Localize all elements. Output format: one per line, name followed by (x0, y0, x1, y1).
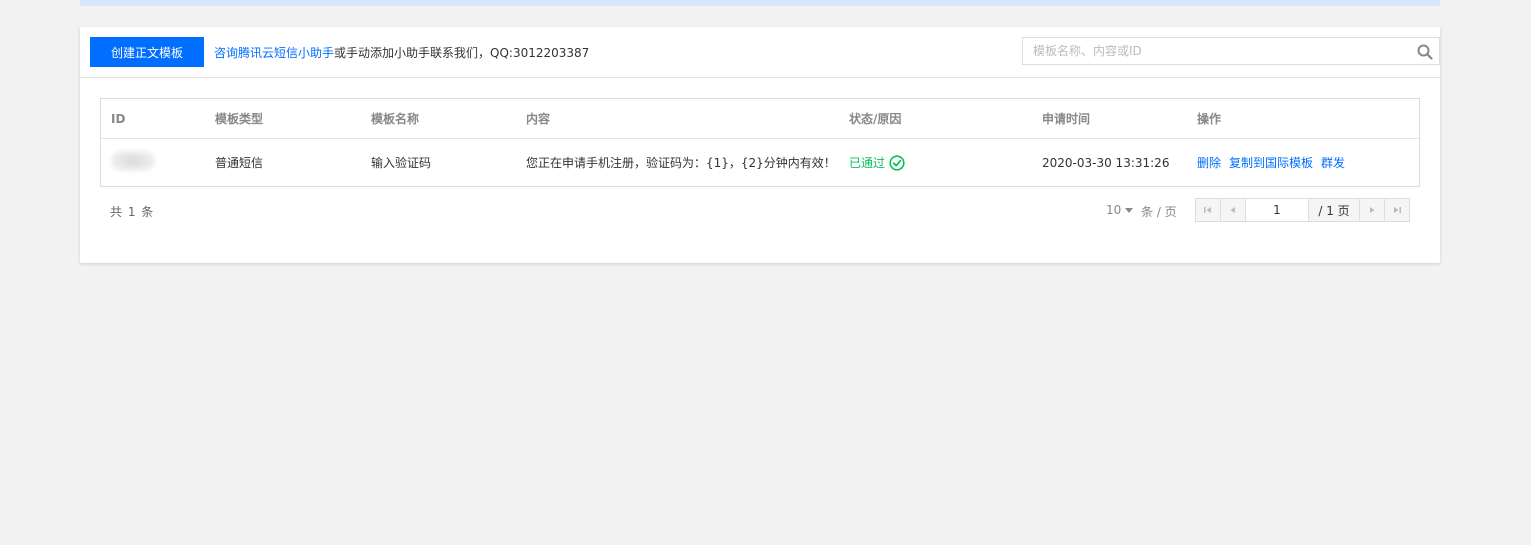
contact-text: 或手动添加小助手联系我们，QQ:3012203387 (334, 46, 590, 60)
status-label: 已通过 (849, 156, 886, 170)
column-header-status: 状态/原因 (839, 99, 1032, 139)
prev-page-icon[interactable] (1221, 199, 1246, 221)
page-size-value: 10 (1106, 203, 1122, 217)
search-input[interactable] (1023, 38, 1423, 64)
column-header-type: 模板类型 (205, 99, 361, 139)
cell-status: 已通过 (839, 139, 1032, 187)
table-row: 普通短信 输入验证码 您正在申请手机注册，验证码为：{1}，{2}分钟内有效！ … (101, 139, 1421, 187)
total-count: 共 1 条 (110, 205, 155, 219)
assistant-link[interactable]: 咨询腾讯云短信小助手 (214, 46, 334, 60)
table-header-row: ID 模板类型 模板名称 内容 状态/原因 申请时间 操作 (101, 99, 1421, 139)
check-circle-icon (889, 154, 905, 171)
next-page-icon[interactable] (1360, 199, 1385, 221)
cell-id (101, 139, 205, 187)
redacted-id (111, 151, 155, 171)
column-header-name: 模板名称 (361, 99, 516, 139)
cell-name: 输入验证码 (371, 156, 432, 170)
first-page-icon[interactable] (1196, 199, 1221, 221)
top-banner (80, 0, 1440, 6)
mass-send-link[interactable]: 群发 (1321, 156, 1345, 170)
search-icon[interactable] (1417, 44, 1433, 60)
total-pages: / 1 页 (1309, 199, 1360, 221)
column-header-actions: 操作 (1187, 99, 1421, 139)
cell-type: 普通短信 (215, 156, 264, 170)
column-header-content: 内容 (516, 99, 839, 139)
cell-time: 2020-03-30 13:31:26 (1042, 155, 1170, 170)
help-text: 咨询腾讯云短信小助手或手动添加小助手联系我们，QQ:3012203387 (214, 44, 589, 61)
template-table: ID 模板类型 模板名称 内容 状态/原因 申请时间 操作 普通短信 输入验证码… (100, 98, 1421, 187)
column-header-time: 申请时间 (1032, 99, 1187, 139)
copy-to-international-link[interactable]: 复制到国际模板 (1229, 156, 1313, 170)
column-header-id: ID (101, 99, 205, 139)
per-page-label: 条 / 页 (1141, 205, 1177, 219)
page-size-select[interactable]: 10 (1106, 203, 1137, 217)
page-number-input[interactable] (1246, 199, 1309, 221)
template-panel: 创建正文模板 咨询腾讯云短信小助手或手动添加小助手联系我们，QQ:3012203… (80, 27, 1440, 263)
last-page-icon[interactable] (1385, 199, 1409, 221)
delete-link[interactable]: 删除 (1197, 156, 1221, 170)
pager: / 1 页 (1195, 198, 1410, 222)
cell-content: 您正在申请手机注册，验证码为：{1}，{2}分钟内有效！ (526, 156, 836, 170)
toolbar: 创建正文模板 咨询腾讯云短信小助手或手动添加小助手联系我们，QQ:3012203… (80, 27, 1440, 78)
cell-actions: 删除 复制到国际模板 群发 (1187, 139, 1421, 187)
caret-down-icon (1125, 207, 1134, 213)
status-badge: 已通过 (849, 154, 905, 171)
pagination-footer: 共 1 条 10 条 / 页 / 1 页 (100, 198, 1420, 222)
create-template-button[interactable]: 创建正文模板 (90, 37, 204, 67)
search-box (1022, 37, 1440, 65)
